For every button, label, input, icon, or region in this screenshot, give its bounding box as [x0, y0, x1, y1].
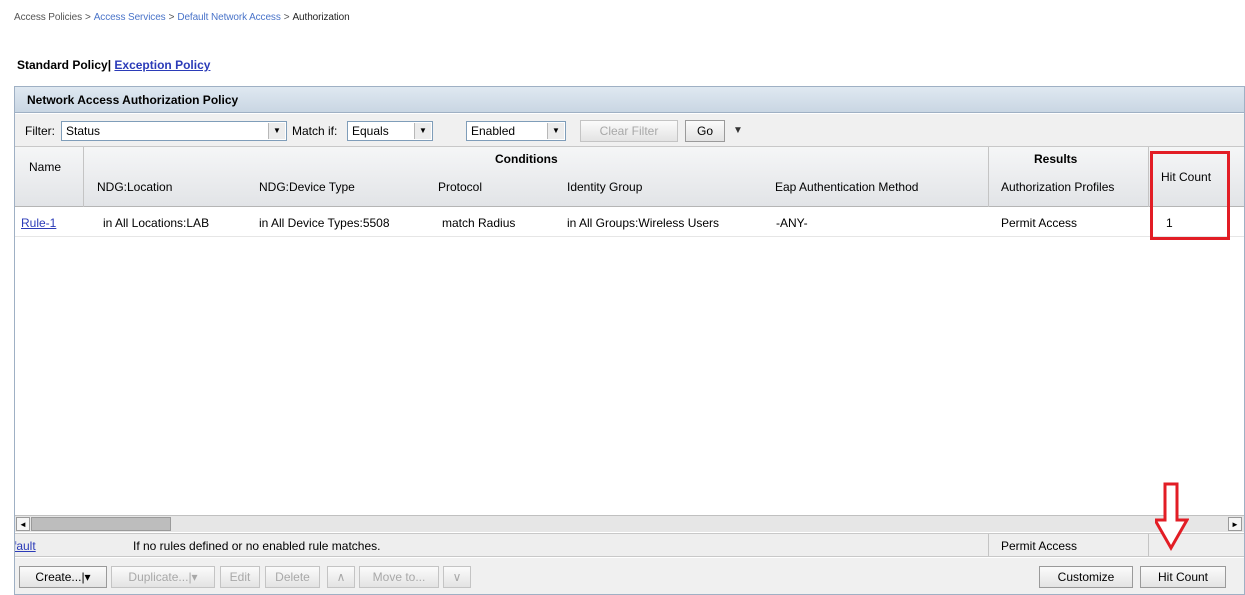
down-arrow-icon [1155, 482, 1189, 552]
breadcrumb-access-services[interactable]: Access Services [94, 12, 166, 23]
default-rule-result: Permit Access [1001, 539, 1078, 553]
edit-button[interactable]: Edit [220, 566, 260, 588]
scroll-right-icon[interactable]: ► [1228, 517, 1242, 531]
default-rule-link[interactable]: fault [15, 539, 36, 553]
breadcrumb-access-policies[interactable]: Access Policies [14, 12, 82, 23]
chevron-down-icon: ▼ [547, 123, 564, 139]
tab-divider: | [107, 58, 112, 72]
cell-eap-method: -ANY- [776, 216, 808, 230]
tab-exception-policy[interactable]: Exception Policy [114, 58, 210, 72]
filter-value: Enabled [471, 124, 516, 138]
go-button[interactable]: Go [685, 120, 725, 142]
rule-name-link[interactable]: Rule-1 [21, 216, 56, 230]
scrollbar-thumb[interactable] [31, 517, 171, 531]
cell-identity-group: in All Groups:Wireless Users [567, 216, 720, 230]
table-header: Name Conditions NDG:Location NDG:Device … [15, 147, 1244, 207]
filter-field-value: Status [66, 124, 101, 138]
col-header-eap-method[interactable]: Eap Authentication Method [775, 180, 918, 194]
breadcrumb-default-network-access[interactable]: Default Network Access [177, 12, 281, 23]
chevron-down-icon: ▼ [268, 123, 285, 139]
scroll-left-icon[interactable]: ◄ [16, 517, 30, 531]
horizontal-scrollbar[interactable]: ◄ ► [15, 515, 1244, 532]
col-header-authorization-profiles[interactable]: Authorization Profiles [1001, 180, 1114, 194]
col-divider [1148, 147, 1149, 207]
hit-count-highlight-box [1150, 151, 1230, 240]
breadcrumb: Access Policies > Access Services > Default … [14, 12, 350, 23]
action-bar: Create...|▾ Duplicate...|▾ Edit Delete ∧… [15, 558, 1244, 594]
panel-title: Network Access Authorization Policy [15, 87, 1244, 113]
duplicate-button-label: Duplicate... [128, 570, 189, 584]
default-rule-description: If no rules defined or no enabled rule m… [133, 539, 381, 553]
move-down-icon[interactable]: ∨ [443, 566, 471, 588]
filter-bar: Filter: Status ▼ Match if: Equals ▼ Enab… [15, 114, 1244, 147]
match-operator-select[interactable]: Equals ▼ [347, 121, 433, 141]
chevron-down-icon: |▾ [81, 570, 91, 584]
clear-filter-button[interactable]: Clear Filter [580, 120, 678, 142]
cell-ndg-location: in All Locations:LAB [103, 216, 210, 230]
filter-label: Filter: [25, 124, 55, 138]
col-group-results: Results [1034, 152, 1078, 166]
col-header-ndg-location[interactable]: NDG:Location [97, 180, 172, 194]
breadcrumb-separator: > [283, 12, 290, 23]
col-header-ndg-device-type[interactable]: NDG:Device Type [259, 180, 355, 194]
policy-tabs: Standard Policy| Exception Policy [17, 58, 210, 72]
policy-panel: Network Access Authorization Policy Filt… [14, 86, 1245, 595]
col-header-identity-group[interactable]: Identity Group [567, 180, 642, 194]
filter-field-select[interactable]: Status ▼ [61, 121, 287, 141]
breadcrumb-separator: > [168, 12, 175, 23]
move-up-icon[interactable]: ∧ [327, 566, 355, 588]
match-operator-value: Equals [352, 124, 389, 138]
chevron-down-icon: |▾ [188, 570, 198, 584]
cell-ndg-device-type: in All Device Types:5508 [259, 216, 390, 230]
duplicate-button[interactable]: Duplicate...|▾ [111, 566, 215, 588]
create-button[interactable]: Create...|▾ [19, 566, 107, 588]
down-arrow-shape [1155, 482, 1189, 552]
move-to-button[interactable]: Move to... [359, 566, 439, 588]
col-header-protocol[interactable]: Protocol [438, 180, 482, 194]
delete-button[interactable]: Delete [265, 566, 320, 588]
table-row[interactable]: Rule-1 in All Locations:LAB in All Devic… [15, 208, 1244, 237]
col-group-conditions: Conditions [495, 152, 558, 166]
match-label: Match if: [292, 124, 338, 138]
col-divider [988, 147, 989, 207]
cell-authorization-profile: Permit Access [1001, 216, 1078, 230]
tab-standard-policy[interactable]: Standard Policy [17, 58, 108, 72]
default-rule-row[interactable]: fault If no rules defined or no enabled … [15, 533, 1244, 557]
hit-count-button[interactable]: Hit Count [1140, 566, 1226, 588]
cell-protocol: match Radius [442, 216, 516, 230]
col-header-name[interactable]: Name [29, 160, 61, 174]
chevron-down-icon: ▼ [414, 123, 431, 139]
col-divider [1148, 534, 1149, 556]
breadcrumb-separator: > [84, 12, 91, 23]
breadcrumb-current: Authorization [292, 12, 350, 23]
filter-options-caret-icon[interactable]: ▼ [733, 125, 743, 136]
col-divider [83, 147, 84, 207]
create-button-label: Create... [35, 570, 82, 584]
filter-value-select[interactable]: Enabled ▼ [466, 121, 566, 141]
customize-button[interactable]: Customize [1039, 566, 1133, 588]
col-divider [988, 534, 989, 556]
